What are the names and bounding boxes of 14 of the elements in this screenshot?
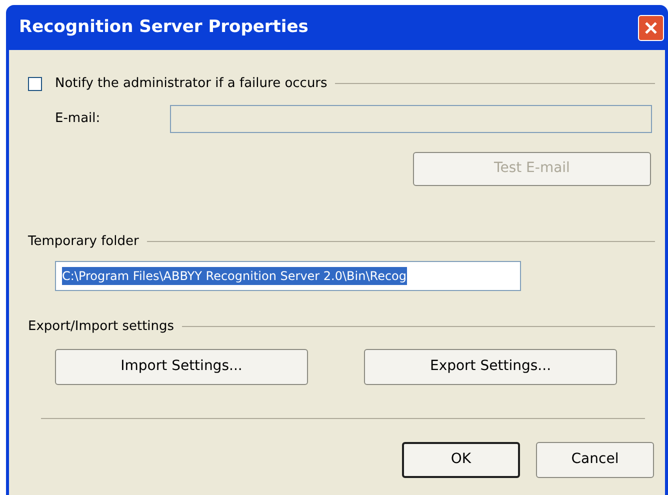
close-button[interactable] xyxy=(638,14,664,40)
folder-field[interactable]: C:\Program Files\ABBYY Recognition Server 2.0\Bin\Recog xyxy=(55,261,521,291)
settings-button[interactable]: Export Settings... xyxy=(364,348,617,384)
folder-path: C:\Program Files\ABBYY Recognition Server 2.0\Bin\Recog xyxy=(62,267,407,285)
close-icon xyxy=(644,20,658,34)
notify-label: Notify the administrator if a failure occurs xyxy=(55,75,328,93)
ok-button[interactable]: OK xyxy=(402,442,520,478)
notify-checkbox[interactable] xyxy=(28,76,42,91)
section-heading: Export/Import settings xyxy=(28,318,174,336)
email-label: E-mail: xyxy=(55,110,102,128)
cancel-button[interactable]: Cancel xyxy=(536,442,654,478)
window-title: Recognition Server Properties xyxy=(19,16,308,39)
section-heading: Temporary folder xyxy=(28,232,139,250)
settings-button[interactable]: Import Settings... xyxy=(55,348,308,384)
